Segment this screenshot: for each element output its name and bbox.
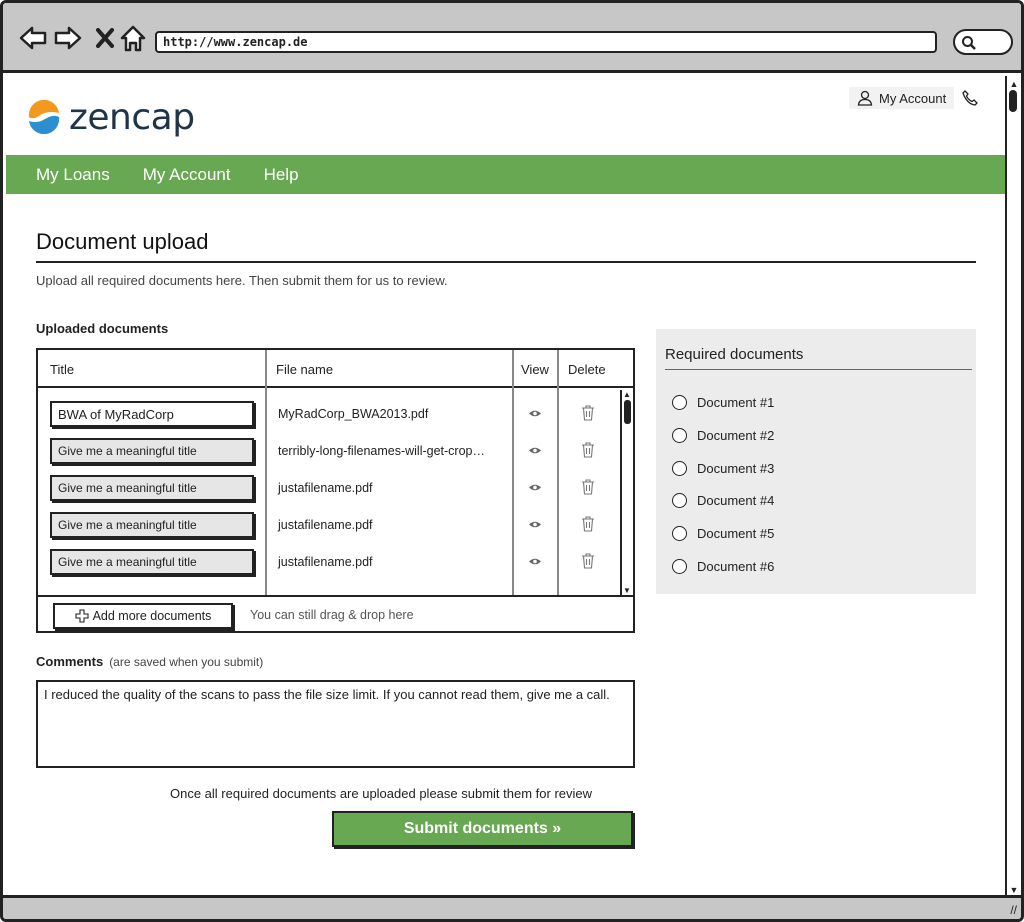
eye-icon[interactable]	[528, 483, 542, 492]
main-nav: My Loans My Account Help	[6, 155, 1007, 194]
trash-icon[interactable]	[581, 405, 595, 421]
required-item[interactable]: Document #5	[672, 526, 774, 541]
radio-icon[interactable]	[672, 428, 687, 443]
scroll-up-icon[interactable]: ▲	[1008, 78, 1020, 90]
eye-icon[interactable]	[528, 557, 542, 566]
table-row: Give me a meaningful title justafilename…	[38, 464, 620, 501]
required-item-label: Document #6	[697, 559, 775, 574]
required-divider	[665, 369, 972, 370]
title-input[interactable]: Give me a meaningful title	[50, 438, 254, 464]
uploaded-documents-table: Title File name View Delete BWA of MyRad…	[36, 348, 635, 633]
required-documents-panel: Required documents Document #1 Document …	[656, 329, 976, 594]
url-input[interactable]: http://www.zencap.de	[155, 31, 937, 53]
required-item[interactable]: Document #4	[672, 493, 774, 508]
add-more-label: Add more documents	[92, 609, 212, 623]
file-name: MyRadCorp_BWA2013.pdf	[278, 407, 429, 421]
home-icon[interactable]	[118, 23, 148, 53]
resize-grip-icon[interactable]: //	[1010, 903, 1017, 917]
radio-icon[interactable]	[672, 395, 687, 410]
file-name: terribly-long-filenames-will-get-crop…	[278, 444, 486, 458]
comments-textarea[interactable]: I reduced the quality of the scans to pa…	[36, 680, 635, 768]
column-file-name: File name	[276, 362, 334, 377]
page-subtitle: Upload all required documents here. Then…	[36, 273, 448, 288]
page-scrollbar[interactable]: ▲ ▼	[1005, 76, 1021, 898]
table-row: Give me a meaningful title justafilename…	[38, 501, 620, 538]
file-name: justafilename.pdf	[278, 555, 373, 569]
table-row: Give me a meaningful title terribly-long…	[38, 427, 620, 464]
title-input[interactable]: Give me a meaningful title	[50, 475, 254, 501]
title-input[interactable]: BWA of MyRadCorp	[50, 401, 254, 427]
nav-my-loans[interactable]: My Loans	[36, 165, 110, 185]
table-scrollbar[interactable]: ▲ ▼	[620, 390, 633, 595]
user-icon	[857, 90, 873, 106]
page-scroll-thumb[interactable]	[1009, 90, 1017, 112]
title-input[interactable]: Give me a meaningful title	[50, 512, 254, 538]
phone-icon[interactable]	[961, 89, 979, 112]
close-icon[interactable]	[91, 23, 121, 53]
zencap-logo[interactable]: zencap	[27, 96, 195, 138]
comments-note: (are saved when you submit)	[109, 655, 264, 669]
required-item[interactable]: Document #3	[672, 461, 774, 476]
drag-drop-hint: You can still drag & drop here	[250, 608, 414, 622]
uploaded-section-label: Uploaded documents	[36, 321, 169, 336]
logo-text: zencap	[69, 96, 195, 138]
column-delete: Delete	[568, 362, 606, 377]
logo-mark-icon	[28, 100, 60, 134]
required-item-label: Document #4	[697, 493, 775, 508]
required-item-label: Document #5	[697, 526, 775, 541]
radio-icon[interactable]	[672, 461, 687, 476]
my-account-label: My Account	[879, 90, 947, 106]
nav-help[interactable]: Help	[264, 165, 299, 185]
table-scroll-thumb[interactable]	[624, 400, 631, 424]
trash-icon[interactable]	[581, 442, 595, 458]
file-name: justafilename.pdf	[278, 481, 373, 495]
plus-icon	[75, 609, 89, 623]
back-arrow-icon[interactable]	[18, 23, 48, 53]
trash-icon[interactable]	[581, 479, 595, 495]
file-name: justafilename.pdf	[278, 518, 373, 532]
submit-documents-button[interactable]: Submit documents »	[332, 811, 633, 847]
page-title: Document upload	[36, 229, 209, 254]
eye-icon[interactable]	[528, 520, 542, 529]
browser-search[interactable]	[953, 29, 1013, 55]
required-item-label: Document #3	[697, 461, 775, 476]
required-item[interactable]: Document #6	[672, 559, 774, 574]
my-account-button[interactable]: My Account	[849, 87, 955, 109]
title-divider	[36, 261, 976, 263]
radio-icon[interactable]	[672, 559, 687, 574]
radio-icon[interactable]	[672, 493, 687, 508]
scroll-up-icon[interactable]: ▲	[623, 390, 631, 399]
eye-icon[interactable]	[528, 409, 542, 418]
eye-icon[interactable]	[528, 446, 542, 455]
required-item-label: Document #1	[697, 395, 775, 410]
browser-toolbar: http://www.zencap.de	[3, 3, 1021, 73]
title-input[interactable]: Give me a meaningful title	[50, 549, 254, 575]
required-item[interactable]: Document #2	[672, 428, 774, 443]
required-item-label: Document #2	[697, 428, 775, 443]
comments-title: Comments	[36, 654, 104, 669]
radio-icon[interactable]	[672, 526, 687, 541]
column-title: Title	[50, 362, 75, 377]
column-view: View	[521, 362, 549, 377]
nav-my-account[interactable]: My Account	[143, 165, 231, 185]
search-icon	[962, 36, 976, 50]
submit-hint: Once all required documents are uploaded…	[170, 786, 593, 801]
required-title: Required documents	[665, 346, 804, 363]
table-row: BWA of MyRadCorp MyRadCorp_BWA2013.pdf	[38, 390, 620, 427]
table-row: Give me a meaningful title justafilename…	[38, 538, 620, 575]
scroll-down-icon[interactable]: ▼	[623, 586, 631, 595]
table-header: Title File name View Delete	[38, 350, 633, 388]
forward-arrow-icon[interactable]	[53, 23, 83, 53]
required-item[interactable]: Document #1	[672, 395, 774, 410]
trash-icon[interactable]	[581, 516, 595, 532]
table-footer: Add more documents You can still drag & …	[38, 595, 633, 633]
comments-label: Comments (are saved when you submit)	[36, 654, 263, 669]
add-more-documents-button[interactable]: Add more documents	[53, 603, 233, 629]
browser-window: http://www.zencap.de zencap My Account M…	[0, 0, 1024, 922]
browser-status-bar: //	[3, 895, 1021, 919]
trash-icon[interactable]	[581, 553, 595, 569]
